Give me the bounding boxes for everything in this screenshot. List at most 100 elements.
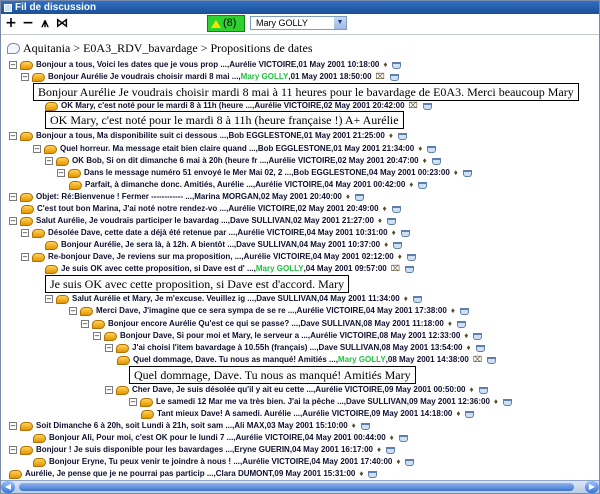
basket-icon[interactable] [473,332,483,340]
thread-row[interactable]: − Quel horreur. Ma message etait bien cla… [33,143,437,155]
thread-row[interactable]: Je suis OK avec cette proposition, si Da… [45,263,414,275]
collapse-toggle-icon[interactable]: − [45,157,53,165]
basket-icon[interactable] [503,398,513,406]
collapse-toggle-icon[interactable]: − [21,73,29,81]
thread-row[interactable]: − Bonjour encore Aurélie Qu'est ce qui se… [81,318,466,330]
collapse-all-button[interactable]: − [21,16,35,31]
thread-row[interactable]: Bonjour Aurélie, Je sera là, à 12h. A bi… [45,239,403,251]
message-bubble-icon [56,294,69,304]
thread-row[interactable]: − Bonjour Dave, Si pour moi et Mary, le s… [93,330,483,342]
basket-icon[interactable] [389,73,399,81]
message-bubble-icon [32,252,45,262]
collapse-toggle-icon[interactable]: − [21,229,29,237]
message-status-icon: ♦ [397,252,402,261]
basket-icon[interactable] [459,307,469,315]
thread-row[interactable]: − Soit Dimanche 6 à 20h, soit Lundi à 21h… [9,420,370,432]
mark-read-icon[interactable]: ⋈ [55,17,69,31]
basket-icon[interactable] [418,181,428,189]
basket-icon[interactable] [406,253,416,261]
thread-row[interactable]: − Salut Aurélie, Je voudrais participer l… [9,215,397,227]
message-summary: Soit Dimanche 6 à 20h, soit Lundi à 21h,… [36,421,348,430]
message-status-icon: ♦ [359,469,364,478]
speech-bubble-icon [7,42,20,54]
horizontal-scrollbar[interactable]: ◀ ▶ [1,480,599,493]
collapse-toggle-icon[interactable]: − [33,145,41,153]
thread-row[interactable]: Tant mieux Dave! A samedi. Aurélie ...,A… [141,408,475,420]
collapse-toggle-icon[interactable]: − [9,446,17,454]
user-select[interactable]: Mary GOLLY ▼ [250,16,347,30]
basket-icon[interactable] [422,102,432,110]
thread-row[interactable]: C'est tout bon Marina, J'ai noté notre r… [21,203,401,215]
thread-row[interactable]: − Bonjour a tous, Voici les dates que je … [9,59,402,71]
collapse-toggle-icon[interactable]: − [9,132,17,140]
message-status-icon: ♦ [464,331,469,340]
basket-icon[interactable] [368,470,378,478]
thread-row[interactable]: − Dans le message numéro 51 envoyé le Mer… [57,167,472,179]
basket-icon[interactable] [427,145,437,153]
new-messages-indicator[interactable]: (8) [207,15,245,32]
thread-row[interactable]: − Cher Dave, Je suis désolée qu'il y ait … [105,384,488,396]
basket-icon[interactable] [387,217,397,225]
collapse-toggle-icon[interactable]: − [129,398,137,406]
basket-icon[interactable] [456,320,466,328]
basket-icon[interactable] [412,295,422,303]
basket-icon[interactable] [478,386,488,394]
thread-row[interactable]: − Bonjour ! Je suis disponible pour les b… [9,444,396,456]
basket-icon[interactable] [386,446,396,454]
basket-icon[interactable] [405,458,415,466]
thread-row[interactable]: − OK Bob, Si on dit dimanche 6 mai à 20h … [45,155,441,167]
thread-row[interactable]: − Re-bonjour Dave, Je reviens sur ma prop… [21,251,416,263]
breadcrumb-text[interactable]: Aquitania > E0A3_RDV_bavardage > Proposi… [23,41,312,56]
collapse-toggle-icon[interactable]: − [9,217,17,225]
basket-icon[interactable] [397,132,407,140]
message-bubble-icon [45,101,58,111]
basket-icon[interactable] [354,193,364,201]
collapse-toggle-icon[interactable]: − [81,320,89,328]
message-summary: Salut Aurélie, Je voudrais participer le… [36,216,374,225]
basket-icon[interactable] [393,241,403,249]
basket-icon[interactable] [475,344,485,352]
thread-row[interactable]: Bonjour Eryne, Tu peux venir te joindre … [33,456,415,468]
thread-row[interactable]: Quel dommage, Dave. Tu nous as manqué! A… [117,354,497,366]
collapse-toggle-icon[interactable]: − [69,307,77,315]
collapse-toggle-icon[interactable]: − [105,344,113,352]
thread-row[interactable]: − Bonjour a tous, Ma disponibilite suit c… [9,130,407,142]
thread-row[interactable]: − Désolée Dave, cette date a déjà été ret… [21,227,410,239]
thread-row[interactable]: − Le samedi 12 Mar me va très bien. J'ai … [129,396,513,408]
collapse-toggle-icon[interactable]: − [57,169,65,177]
message-status-icon: ♦ [418,144,423,153]
message-bubble-icon [104,331,117,341]
thread-row[interactable]: Parfait, à dimanche donc. Amitiés, Aurél… [69,179,428,191]
thread-row[interactable]: − Salut Aurélie et Mary, Je m'excuse. Veu… [45,293,422,305]
thread-row[interactable]: − Bonjour Aurélie Je voudrais choisir mar… [21,71,399,83]
collapse-toggle-icon[interactable]: − [93,332,101,340]
expand-all-button[interactable]: + [4,16,18,31]
collapse-toggle-icon[interactable]: − [9,422,17,430]
collapse-toggle-icon[interactable]: − [21,253,29,261]
scroll-right-icon[interactable]: ▶ [585,481,599,493]
filter-icon[interactable]: ⩚ [38,17,52,31]
basket-icon[interactable] [392,61,402,69]
thread-row[interactable]: − J'ai choisi l'item bavardage à 10.55h (… [105,342,485,354]
collapse-toggle-icon[interactable]: − [45,295,53,303]
basket-icon[interactable] [360,422,370,430]
chevron-down-icon[interactable]: ▼ [334,17,346,29]
thread-row[interactable]: − Objet: Ré:Bienvenue ! Fermer ----------… [9,191,364,203]
basket-icon[interactable] [462,169,472,177]
scroll-track[interactable] [17,483,583,491]
collapse-toggle-icon[interactable]: − [9,193,17,201]
collapse-toggle-icon[interactable]: − [9,61,17,69]
basket-icon[interactable] [487,356,497,364]
thread-row[interactable]: Aurélie, Je pense que je ne pourrai pas … [9,468,378,480]
basket-icon[interactable] [400,229,410,237]
basket-icon[interactable] [398,434,408,442]
basket-icon[interactable] [431,157,441,165]
collapse-toggle-icon[interactable]: − [105,386,113,394]
basket-icon[interactable] [391,205,401,213]
scroll-left-icon[interactable]: ◀ [1,481,15,493]
thread-row[interactable]: − Merci Dave, J'imagine que ce sera sympa… [69,305,469,317]
basket-icon[interactable] [404,265,414,273]
scroll-thumb[interactable] [19,483,574,491]
thread-row[interactable]: Bonjour Ali, Pour moi, c'est OK pour le … [33,432,408,444]
basket-icon[interactable] [465,410,475,418]
